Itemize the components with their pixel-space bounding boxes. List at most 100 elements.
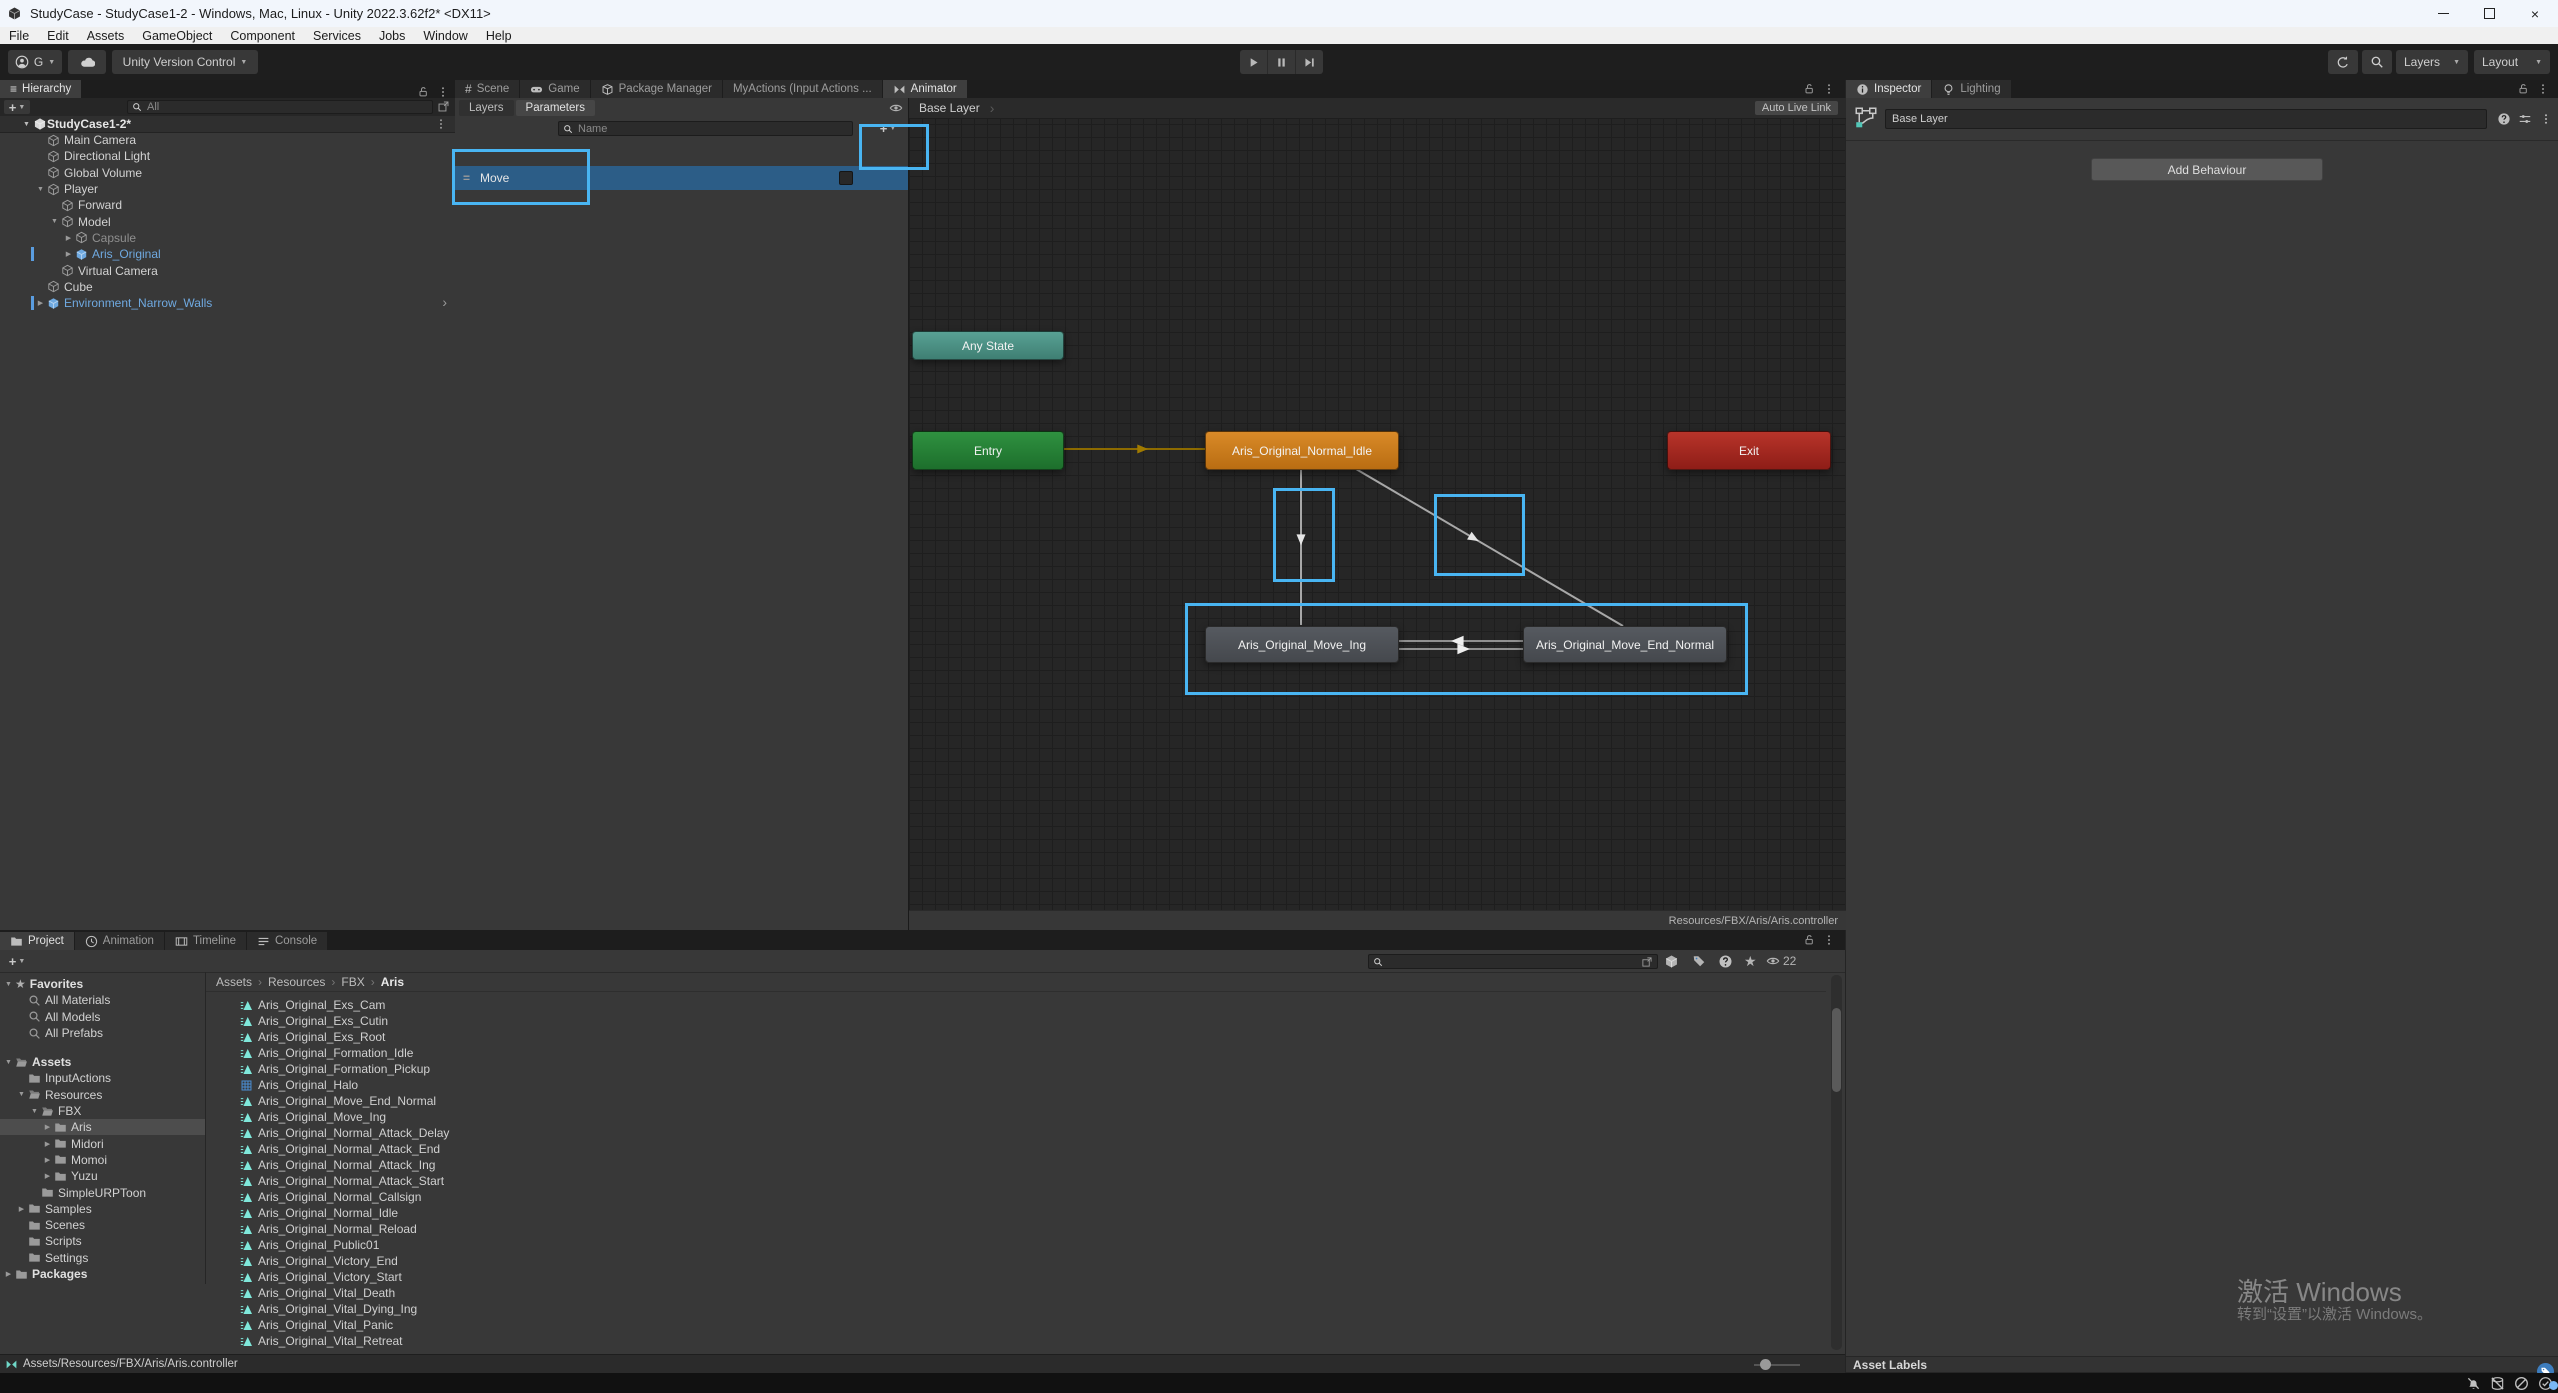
foldout-closed-icon[interactable]: ▶ — [2, 1270, 15, 1278]
tab-package-manager[interactable]: Package Manager — [591, 80, 722, 98]
hierarchy-item-capsule[interactable]: ▶Capsule — [0, 230, 455, 246]
hierarchy-search-input[interactable] — [145, 100, 428, 114]
layers-dropdown[interactable]: Layers ▼ — [2396, 50, 2468, 74]
favorites-star-icon[interactable]: ★ — [1744, 953, 1757, 970]
animator-graph[interactable]: Base Layer › Auto Live Link Any StateEnt… — [908, 98, 1846, 930]
scrollbar[interactable] — [1831, 975, 1842, 1350]
asset-labels-header[interactable]: Asset Labels — [1846, 1356, 2558, 1373]
breadcrumb-assets[interactable]: Assets — [216, 975, 252, 989]
asset-aris_original_normal_callsign[interactable]: Aris_Original_Normal_Callsign — [205, 1189, 1825, 1205]
hidden-packages-icon[interactable] — [1718, 954, 1733, 969]
folder-item-scenes[interactable]: Scenes — [0, 1217, 205, 1233]
undo-history-button[interactable] — [2328, 50, 2358, 74]
folder-item-simpleurptoon[interactable]: SimpleURPToon — [0, 1184, 205, 1200]
asset-aris_original_vital_retreat[interactable]: Aris_Original_Vital_Retreat — [205, 1333, 1825, 1349]
hierarchy-search-field[interactable] — [127, 100, 433, 114]
asset-aris_original_vital_death[interactable]: Aris_Original_Vital_Death — [205, 1285, 1825, 1301]
asset-aris_original_victory_start[interactable]: Aris_Original_Victory_Start — [205, 1269, 1825, 1285]
folder-item-assets[interactable]: ▼Assets — [0, 1054, 205, 1070]
foldout-closed-icon[interactable]: ▶ — [41, 1140, 54, 1148]
favorites-item-all-prefabs[interactable]: All Prefabs — [0, 1025, 205, 1041]
popout-icon[interactable] — [437, 100, 450, 113]
create-asset-button[interactable]: + ▼ — [4, 954, 30, 968]
folder-item-samples[interactable]: ▶Samples — [0, 1201, 205, 1217]
asset-aris_original_exs_root[interactable]: Aris_Original_Exs_Root — [205, 1029, 1825, 1045]
cloud-button[interactable] — [68, 50, 106, 74]
foldout-closed-icon[interactable]: ▶ — [15, 1205, 28, 1213]
asset-aris_original_normal_attack_end[interactable]: Aris_Original_Normal_Attack_End — [205, 1141, 1825, 1157]
asset-aris_original_public01[interactable]: Aris_Original_Public01 — [205, 1237, 1825, 1253]
hierarchy-item-main-camera[interactable]: Main Camera — [0, 132, 455, 148]
hierarchy-item-model[interactable]: ▼Model — [0, 213, 455, 229]
favorites-item-all-materials[interactable]: All Materials — [0, 992, 205, 1008]
folder-item-inputactions[interactable]: InputActions — [0, 1070, 205, 1086]
favorites-item-all-models[interactable]: All Models — [0, 1009, 205, 1025]
presets-icon[interactable] — [2518, 112, 2532, 126]
tab-scene[interactable]: #Scene — [455, 80, 519, 98]
foldout-open-icon[interactable]: ▼ — [48, 218, 61, 225]
kebab-menu-icon[interactable] — [1823, 83, 1835, 95]
parameter-search-input[interactable] — [576, 122, 848, 136]
folder-item-packages[interactable]: ▶Packages — [0, 1266, 205, 1282]
hierarchy-item-directional-light[interactable]: Directional Light — [0, 148, 455, 164]
menu-assets[interactable]: Assets — [78, 29, 134, 43]
menu-jobs[interactable]: Jobs — [370, 29, 414, 43]
tab-game[interactable]: Game — [520, 80, 589, 98]
folder-item-yuzu[interactable]: ▶Yuzu — [0, 1168, 205, 1184]
collab-disabled-icon[interactable] — [2514, 1376, 2529, 1391]
scrollbar-thumb[interactable] — [1832, 1008, 1841, 1092]
asset-aris_original_vital_dying_ing[interactable]: Aris_Original_Vital_Dying_Ing — [205, 1301, 1825, 1317]
folder-item-resources[interactable]: ▼Resources — [0, 1087, 205, 1103]
tab-console[interactable]: Console — [247, 932, 327, 950]
project-search-input[interactable] — [1386, 955, 1638, 969]
asset-aris_original_move_ing[interactable]: Aris_Original_Move_Ing — [205, 1109, 1825, 1125]
asset-aris_original_normal_idle[interactable]: Aris_Original_Normal_Idle — [205, 1205, 1825, 1221]
folder-item-momoi[interactable]: ▶Momoi — [0, 1152, 205, 1168]
asset-aris_original_normal_attack_start[interactable]: Aris_Original_Normal_Attack_Start — [205, 1173, 1825, 1189]
breadcrumb-resources[interactable]: Resources — [268, 975, 325, 989]
foldout-open-icon[interactable]: ▼ — [2, 1059, 15, 1066]
menu-gameobject[interactable]: GameObject — [133, 29, 221, 43]
kebab-menu-icon[interactable] — [435, 118, 447, 130]
pause-button[interactable] — [1268, 50, 1296, 74]
tab-timeline[interactable]: Timeline — [165, 932, 246, 950]
eye-icon[interactable] — [889, 101, 903, 115]
state-node-aris-original-normal-idle[interactable]: Aris_Original_Normal_Idle — [1205, 431, 1399, 470]
auto-live-link-button[interactable]: Auto Live Link — [1755, 101, 1838, 115]
kebab-menu-icon[interactable] — [2537, 83, 2549, 95]
asset-aris_original_exs_cutin[interactable]: Aris_Original_Exs_Cutin — [205, 1013, 1825, 1029]
foldout-open-icon[interactable]: ▼ — [28, 1108, 41, 1115]
asset-aris_original_victory_end[interactable]: Aris_Original_Victory_End — [205, 1253, 1825, 1269]
folder-item-fbx[interactable]: ▼FBX — [0, 1103, 205, 1119]
chevron-right-icon[interactable]: › — [442, 294, 447, 310]
tab-myactions-input-actions[interactable]: MyActions (Input Actions ... — [723, 80, 882, 98]
hierarchy-item-virtual-camera[interactable]: Virtual Camera — [0, 262, 455, 278]
popout-icon[interactable] — [1641, 956, 1653, 968]
folder-item-settings[interactable]: Settings — [0, 1250, 205, 1266]
parameter-bool-checkbox[interactable] — [839, 171, 853, 185]
tab-inspector[interactable]: Inspector — [1846, 80, 1931, 98]
asset-aris_original_normal_attack_ing[interactable]: Aris_Original_Normal_Attack_Ing — [205, 1157, 1825, 1173]
asset-aris_original_normal_attack_delay[interactable]: Aris_Original_Normal_Attack_Delay — [205, 1125, 1825, 1141]
tab-project[interactable]: Project — [0, 932, 74, 950]
menu-help[interactable]: Help — [477, 29, 521, 43]
tab-layers[interactable]: Layers — [459, 100, 514, 116]
cache-server-disabled-icon[interactable] — [2490, 1376, 2505, 1391]
hierarchy-item-cube[interactable]: Cube — [0, 279, 455, 295]
kebab-menu-icon[interactable] — [1823, 934, 1835, 946]
asset-aris_original_normal_reload[interactable]: Aris_Original_Normal_Reload — [205, 1221, 1825, 1237]
hierarchy-item-global-volume[interactable]: Global Volume — [0, 165, 455, 181]
foldout-closed-icon[interactable]: ▶ — [62, 234, 75, 242]
menu-component[interactable]: Component — [221, 29, 304, 43]
asset-aris_original_halo[interactable]: Aris_Original_Halo — [205, 1077, 1825, 1093]
hierarchy-item-environment-narrow-walls[interactable]: ▶Environment_Narrow_Walls› — [0, 295, 455, 311]
foldout-closed-icon[interactable]: ▶ — [34, 299, 47, 307]
play-button[interactable] — [1240, 50, 1268, 74]
project-search-field[interactable] — [1368, 954, 1658, 969]
folder-item-midori[interactable]: ▶Midori — [0, 1135, 205, 1151]
menu-edit[interactable]: Edit — [38, 29, 78, 43]
asset-aris_original_vital_panic[interactable]: Aris_Original_Vital_Panic — [205, 1317, 1825, 1333]
restore-button[interactable] — [2466, 0, 2512, 27]
tab-parameters[interactable]: Parameters — [516, 100, 595, 116]
asset-aris_original_formation_pickup[interactable]: Aris_Original_Formation_Pickup — [205, 1061, 1825, 1077]
